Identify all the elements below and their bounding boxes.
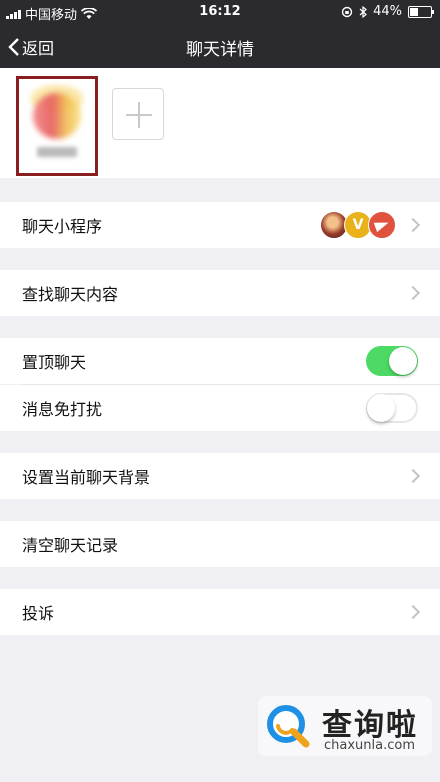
avatar <box>33 93 81 139</box>
search-chat-label: 查找聊天内容 <box>22 285 119 304</box>
clear-history-label: 清空聊天记录 <box>22 536 119 555</box>
member-item[interactable] <box>16 76 98 176</box>
chevron-right-icon <box>405 217 421 233</box>
watermark: 查询啦 chaxunla.com <box>258 696 432 756</box>
chevron-right-icon <box>405 604 421 620</box>
page-title: 聊天详情 <box>186 40 254 60</box>
report-row[interactable]: 投诉 <box>0 589 440 635</box>
sticky-chat-row: 置顶聊天 <box>0 338 440 384</box>
battery-icon <box>408 5 434 18</box>
status-right: 44% <box>341 4 434 19</box>
member-name-blurred <box>37 147 77 157</box>
add-member-button[interactable] <box>112 88 164 140</box>
mini-program-icons: V <box>320 211 396 239</box>
magnifier-logo-icon <box>267 705 310 748</box>
nav-bar: 返回 聊天详情 <box>0 24 440 68</box>
members-section <box>0 68 440 178</box>
set-background-label: 设置当前聊天背景 <box>22 468 151 487</box>
paper-plane-icon <box>368 211 396 239</box>
dnd-row: 消息免打扰 <box>0 385 440 431</box>
search-chat-row[interactable]: 查找聊天内容 <box>0 270 440 316</box>
clear-history-row[interactable]: 清空聊天记录 <box>0 521 440 567</box>
mini-programs-row[interactable]: 聊天小程序 V <box>0 202 440 248</box>
status-bar: 中国移动 16:12 44% <box>0 0 440 24</box>
chevron-right-icon <box>405 468 421 484</box>
bluetooth-icon <box>359 5 368 18</box>
dnd-label: 消息免打扰 <box>22 400 103 419</box>
set-background-row[interactable]: 设置当前聊天背景 <box>0 453 440 499</box>
chevron-right-icon <box>405 285 421 301</box>
report-label: 投诉 <box>22 604 55 623</box>
watermark-url: chaxunla.com <box>324 738 415 753</box>
sticky-chat-toggle[interactable] <box>366 346 418 376</box>
rotation-lock-icon <box>341 6 353 17</box>
mini-programs-label: 聊天小程序 <box>22 217 103 236</box>
dnd-toggle[interactable] <box>366 393 418 423</box>
battery-percent: 44% <box>373 4 402 19</box>
sticky-chat-label: 置顶聊天 <box>22 353 87 372</box>
